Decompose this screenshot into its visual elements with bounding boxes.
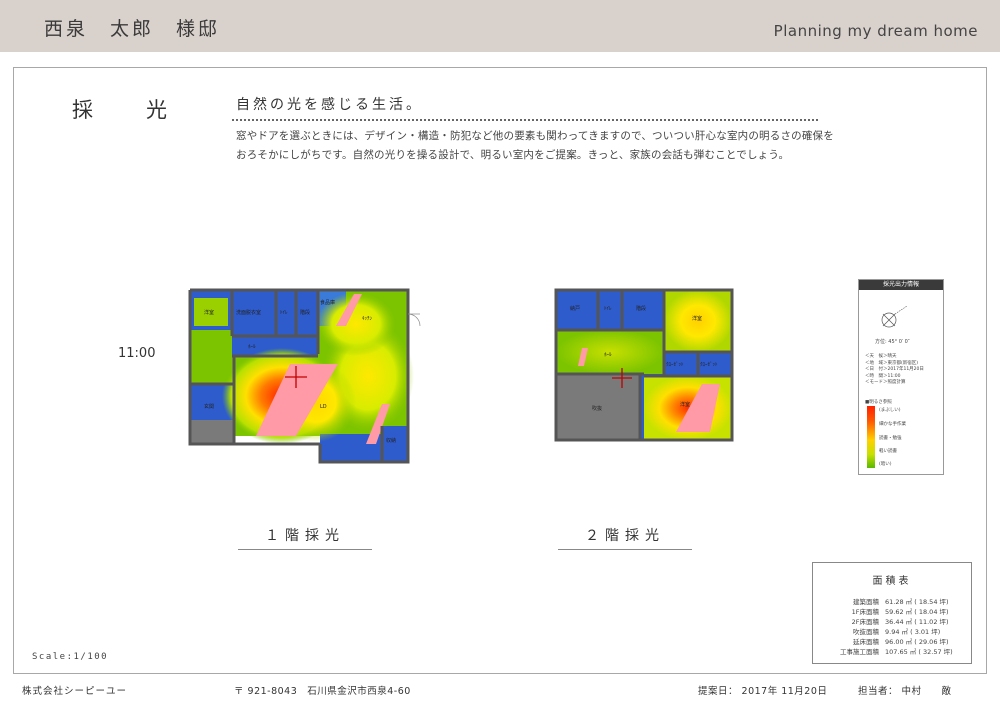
room2-label-closet1: ｸﾛｰｾﾞｯﾄ (666, 361, 684, 368)
floor2-underline (558, 549, 692, 550)
area-row-value: 9.94 ㎡ ( 3.01 坪) (885, 628, 941, 636)
tagline: Planning my dream home (773, 22, 978, 40)
area-title: 面積表 (872, 576, 912, 587)
footer-person: 担当者： 中村 敵 (858, 686, 952, 697)
room2-label-fukinuke: 吹抜 (592, 405, 602, 412)
area-row: 2F床面積 36.44 ㎡ ( 11.02 坪) (817, 616, 971, 626)
room2-label-toilet: ﾄｲﾚ (604, 306, 612, 312)
room2-label-youshitsu1: 洋室 (692, 315, 702, 322)
room-label-stairs: 階段 (300, 309, 310, 316)
info-mode: ＜モード＞照度計算 (865, 380, 906, 386)
dotted-divider (232, 119, 818, 121)
room-label-storage: 収納 (386, 437, 396, 444)
legend-title: ■明るさ参照 (865, 400, 892, 405)
room2-label-closet2: ｸﾛｰｾﾞｯﾄ (700, 361, 718, 368)
area-row-label: 延床面積 (853, 638, 879, 646)
area-row: 延床面積 96.00 ㎡ ( 29.06 坪) (817, 636, 971, 646)
info-lines: ＜天 候＞晴天 ＜地 域＞東京都(新宿区) ＜日 付＞2017年11月20日 ＜… (865, 354, 924, 387)
floor2-label: ２階採光 (585, 528, 665, 544)
scale-label: Scale:1/100 (32, 652, 109, 662)
floor1-label: １階採光 (265, 528, 345, 544)
area-row-label: 工事施工面積 (840, 648, 879, 656)
area-row-value: 61.28 ㎡ ( 18.54 坪) (885, 598, 949, 606)
info-date: ＜日 付＞2017年11月20日 (865, 367, 924, 373)
area-row: 工事施工面積 107.65 ㎡ ( 32.57 坪) (817, 646, 971, 656)
area-row-value: 107.65 ㎡ ( 32.57 坪) (885, 648, 953, 656)
room-label-senmen: 洗面脱衣室 (236, 309, 261, 316)
room2-label-nando: 納戸 (570, 305, 580, 312)
legend-label-dark: (暗い) (879, 462, 892, 467)
legend-label-lightread: 軽い読書 (879, 449, 897, 454)
section-title: 採 光 (72, 98, 183, 122)
info-title: 採光出力情報 (859, 280, 943, 290)
info-weather: ＜天 候＞晴天 (865, 354, 897, 359)
area-table: 面積表 建築面積 61.28 ㎡ ( 18.54 坪) 1F床面積 59.62 … (812, 562, 972, 664)
owner-name: 西泉 太郎 様邸 (44, 18, 221, 40)
area-row-value: 96.00 ㎡ ( 29.06 坪) (885, 638, 949, 646)
area-row-value: 36.44 ㎡ ( 11.02 坪) (885, 618, 949, 626)
legend-label-finework: 細かな手作業 (879, 422, 906, 427)
room-label-hall: ﾎｰﾙ (248, 344, 256, 350)
room-label-pantry: 食品庫 (320, 299, 335, 306)
legend-gradient-bar (867, 406, 875, 468)
room-label-youshitsu: 洋室 (204, 309, 214, 316)
area-row-label: 2F床面積 (851, 618, 879, 626)
footer-company: 株式会社シーピーユー (22, 686, 128, 697)
legend-label-study: 読書・勉強 (879, 436, 902, 441)
room-label-genkan: 玄関 (204, 403, 214, 410)
page-header: 西泉 太郎 様邸 Planning my dream home (0, 0, 1000, 52)
area-row-label: 建築面積 (853, 598, 879, 606)
info-angle: 方位: 45° 0′ 0″ (875, 339, 910, 345)
legend-label-glare: (まぶしい) (879, 408, 901, 413)
daylight-info-panel: 採光出力情報 方位: 45° 0′ 0″ ＜天 候＞晴天 ＜地 域＞東京都(新宿… (858, 279, 944, 475)
area-row: 1F床面積 59.62 ㎡ ( 18.04 坪) (817, 606, 971, 616)
room2-label-stairs: 階段 (636, 305, 646, 312)
compass-icon (881, 305, 908, 328)
area-row: 建築面積 61.28 ㎡ ( 18.54 坪) (817, 596, 971, 606)
section-subtitle: 自然の光を感じる生活。 (236, 97, 423, 113)
footer-address: 〒 921-8043 石川県金沢市西泉4-60 (234, 686, 411, 697)
area-row-label: 吹抜面積 (853, 628, 879, 636)
time-label: 11:00 (118, 346, 156, 361)
area-row-label: 1F床面積 (851, 608, 879, 616)
area-row-value: 59.62 ㎡ ( 18.04 坪) (885, 608, 949, 616)
room-label-ldk: LD (320, 404, 327, 410)
floor1-underline (238, 549, 372, 550)
floor1-daylight-plan: 洋室 洗面脱衣室 ﾄｲﾚ 階段 食品庫 ﾎｰﾙ ｷｯﾁﾝ LD 玄関 収納 (188, 288, 421, 464)
room2-label-hall: ﾎｰﾙ (604, 352, 612, 358)
room-label-toilet: ﾄｲﾚ (280, 310, 288, 316)
area-row: 吹抜面積 9.94 ㎡ ( 3.01 坪) (817, 626, 971, 636)
room2-label-youshitsu2: 洋室 (680, 401, 690, 408)
floor2-daylight-plan: 納戸 ﾄｲﾚ 階段 洋室 ﾎｰﾙ ｸﾛｰｾﾞｯﾄ ｸﾛｰｾﾞｯﾄ 吹抜 洋室 (554, 288, 734, 442)
section-description: 窓やドアを選ぶときには、デザイン・構造・防犯など他の要素も関わってきますので、つ… (236, 130, 834, 161)
room-label-kitchen: ｷｯﾁﾝ (362, 316, 373, 322)
footer-date: 提案日： 2017年 11月20日 (698, 686, 828, 697)
